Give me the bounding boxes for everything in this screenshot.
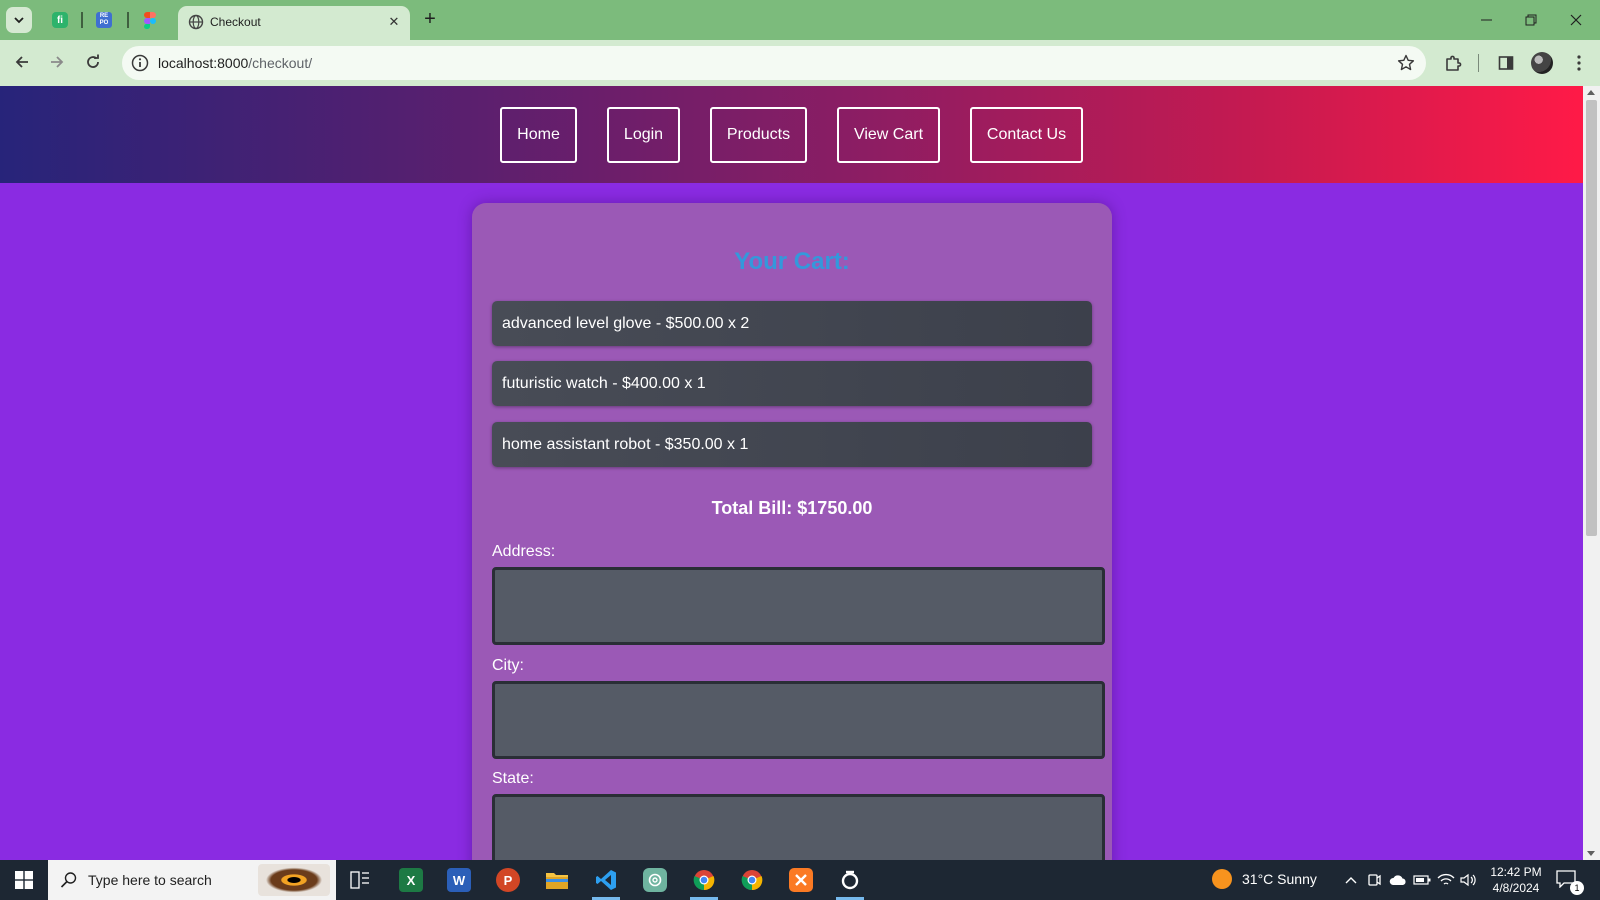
task-view-icon[interactable] — [336, 860, 384, 900]
file-explorer-icon[interactable] — [533, 860, 581, 900]
powerpoint-icon[interactable]: P — [484, 860, 532, 900]
cart-heading: Your Cart: — [734, 248, 850, 275]
chatgpt-icon[interactable] — [631, 860, 679, 900]
scroll-up-arrow-icon[interactable] — [1587, 90, 1595, 95]
taskbar-search-box[interactable]: Type here to search — [48, 860, 336, 900]
nav-contact-us-link[interactable]: Contact Us — [970, 107, 1083, 163]
state-label: State: — [492, 770, 534, 787]
chevron-down-icon — [14, 16, 24, 23]
windows-logo-icon — [15, 871, 33, 889]
site-info-icon[interactable] — [130, 53, 150, 73]
browser-tab-strip: fi RE PO Checkout ✕ + — [0, 0, 1600, 40]
cart-item: home assistant robot - $350.00 x 1 — [492, 422, 1092, 467]
clock-time: 12:42 PM — [1490, 865, 1542, 879]
address-label: Address: — [492, 543, 556, 560]
weather-text: 31°C Sunny — [1242, 871, 1317, 887]
restore-icon[interactable] — [1519, 9, 1543, 31]
reload-icon[interactable] — [81, 50, 105, 74]
app-ring-icon[interactable] — [826, 860, 874, 900]
extensions-icon[interactable] — [1441, 51, 1465, 75]
fi-icon: fi — [52, 12, 68, 28]
nav-home-link[interactable]: Home — [500, 107, 577, 163]
close-tab-icon[interactable]: ✕ — [386, 14, 402, 30]
tab-search-button[interactable] — [6, 7, 32, 33]
xampp-icon[interactable] — [777, 860, 825, 900]
vscode-icon[interactable] — [582, 860, 630, 900]
clock-date: 4/8/2024 — [1492, 881, 1540, 895]
bookmark-star-icon[interactable] — [1396, 53, 1416, 73]
toolbar-separator — [1478, 54, 1479, 72]
back-arrow-icon[interactable] — [10, 50, 34, 74]
pinned-tab-figma[interactable] — [139, 9, 161, 31]
total-bill: Total Bill: $1750.00 — [711, 498, 873, 518]
chevron-up-icon[interactable] — [1342, 871, 1360, 889]
wifi-icon[interactable] — [1437, 871, 1455, 889]
address-input[interactable] — [492, 567, 1105, 645]
search-highlight-image — [258, 864, 330, 896]
onedrive-cloud-icon[interactable] — [1389, 871, 1407, 889]
search-placeholder: Type here to search — [88, 872, 212, 888]
more-menu-icon[interactable] — [1567, 51, 1591, 75]
sun-icon — [1212, 869, 1232, 889]
pinned-tab-fi[interactable]: fi — [49, 9, 71, 31]
cart-item: futuristic watch - $400.00 x 1 — [492, 361, 1092, 406]
notification-badge: 1 — [1570, 881, 1584, 895]
windows-taskbar: Type here to search X W P 31°C Sunny 12:… — [0, 860, 1600, 900]
url-text: localhost:8000/checkout/ — [158, 55, 313, 71]
vertical-scrollbar[interactable] — [1583, 86, 1600, 860]
profile-avatar[interactable] — [1531, 52, 1553, 74]
windows-start-button[interactable] — [0, 860, 48, 900]
taskbar-clock[interactable]: 12:42 PM 4/8/2024 — [1486, 864, 1546, 896]
browser-toolbar: localhost:8000/checkout/ — [0, 40, 1600, 86]
weather-widget[interactable]: 31°C Sunny — [1212, 869, 1317, 889]
forward-arrow-icon[interactable] — [45, 50, 69, 74]
side-panel-icon[interactable] — [1494, 51, 1518, 75]
chrome-icon[interactable] — [728, 860, 776, 900]
cart-item: advanced level glove - $500.00 x 2 — [492, 301, 1092, 346]
tab-separator — [81, 12, 83, 28]
excel-icon[interactable]: X — [387, 860, 435, 900]
tab-separator — [127, 12, 129, 28]
pinned-tab-repo[interactable]: RE PO — [93, 9, 115, 31]
minimize-icon[interactable] — [1474, 9, 1498, 31]
page-viewport: Home Login Products View Cart Contact Us… — [0, 86, 1583, 860]
state-input[interactable] — [492, 794, 1105, 860]
tab-checkout[interactable]: Checkout ✕ — [178, 6, 410, 40]
new-tab-button[interactable]: + — [420, 9, 440, 30]
city-label: City: — [492, 657, 524, 674]
scrollbar-thumb[interactable] — [1586, 100, 1597, 536]
volume-icon[interactable] — [1460, 871, 1478, 889]
nav-view-cart-link[interactable]: View Cart — [837, 107, 940, 163]
battery-icon[interactable] — [1413, 871, 1431, 889]
re-po-icon: RE PO — [96, 12, 112, 28]
nav-login-link[interactable]: Login — [607, 107, 680, 163]
nav-products-link[interactable]: Products — [710, 107, 807, 163]
address-bar[interactable]: localhost:8000/checkout/ — [122, 46, 1426, 80]
globe-icon — [188, 14, 204, 30]
tab-title: Checkout — [210, 15, 261, 29]
site-navbar: Home Login Products View Cart Contact Us — [0, 86, 1583, 183]
scroll-down-arrow-icon[interactable] — [1587, 851, 1595, 856]
search-icon — [60, 872, 77, 888]
close-window-icon[interactable] — [1564, 9, 1588, 31]
figma-icon — [144, 11, 156, 29]
word-icon[interactable]: W — [435, 860, 483, 900]
checkout-card: Your Cart: advanced level glove - $500.0… — [472, 203, 1112, 860]
meet-now-icon[interactable] — [1365, 871, 1383, 889]
chrome-profile-icon[interactable] — [680, 860, 728, 900]
city-input[interactable] — [492, 681, 1105, 759]
